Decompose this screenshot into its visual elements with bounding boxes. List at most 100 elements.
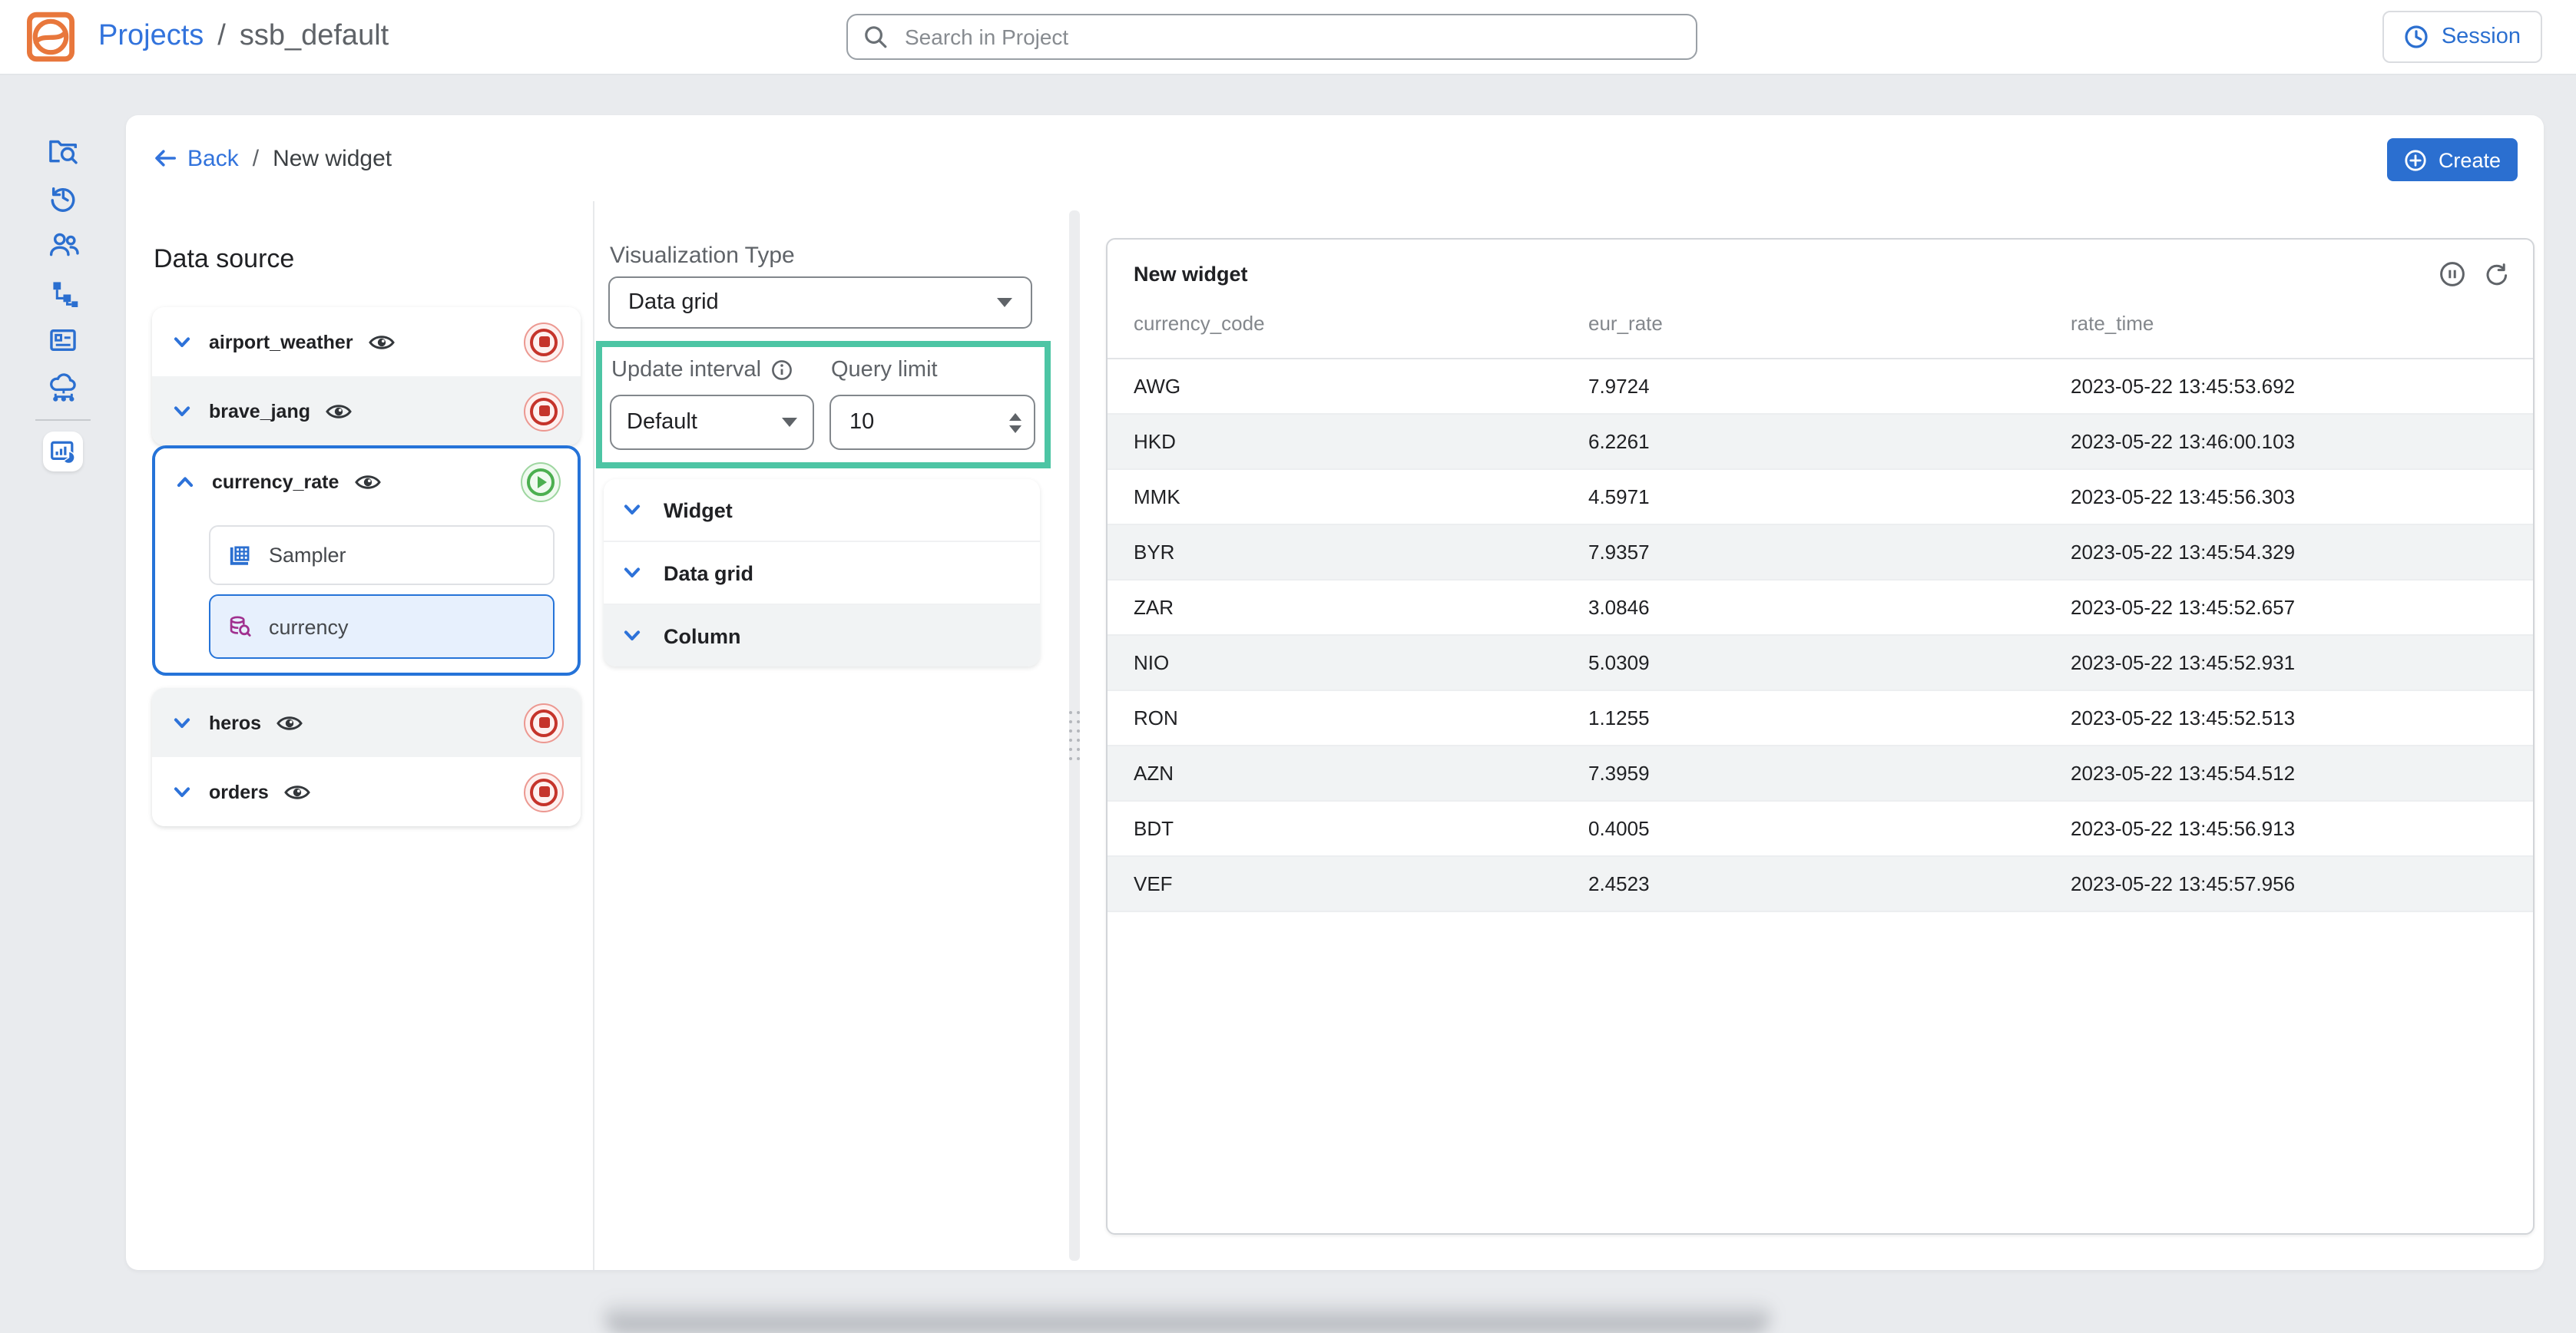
chevron-down-icon[interactable] bbox=[174, 336, 190, 348]
update-interval-select[interactable]: Default bbox=[610, 395, 814, 450]
eye-icon[interactable] bbox=[284, 782, 310, 801]
section-label: Data grid bbox=[664, 561, 753, 584]
users-icon[interactable] bbox=[43, 229, 83, 260]
search-input-wrapper bbox=[846, 14, 1697, 60]
jobs-flow-icon[interactable] bbox=[43, 276, 83, 307]
widget-preview-panel: New widget bbox=[1081, 201, 2544, 1270]
widget-settings-panel: Visualization Type Data grid Update inte… bbox=[594, 201, 1069, 1270]
section-label: Widget bbox=[664, 498, 733, 521]
stop-button[interactable] bbox=[524, 703, 564, 743]
cell-currency-code: BDT bbox=[1108, 801, 1588, 856]
session-label: Session bbox=[2442, 25, 2521, 49]
source-child-sampler[interactable]: Sampler bbox=[209, 525, 555, 585]
eye-icon[interactable] bbox=[326, 402, 352, 420]
ssb-logo[interactable] bbox=[23, 9, 78, 64]
page-title: New widget bbox=[273, 145, 392, 171]
source-row-brave-jang[interactable]: brave_jang bbox=[152, 376, 581, 445]
history-icon[interactable] bbox=[43, 181, 83, 212]
breadcrumb-current: ssb_default bbox=[240, 20, 389, 54]
back-arrow-icon bbox=[154, 149, 177, 167]
search-input[interactable] bbox=[902, 23, 1680, 51]
chevron-down-icon[interactable] bbox=[174, 716, 190, 729]
table-row: BDT 0.4005 2023-05-22 13:45:56.913 bbox=[1108, 801, 2533, 856]
virtual-tables-icon[interactable] bbox=[43, 324, 83, 355]
back-link[interactable]: Back bbox=[154, 145, 239, 171]
breadcrumb-projects-link[interactable]: Projects bbox=[98, 20, 204, 54]
eye-icon[interactable] bbox=[354, 473, 380, 491]
create-button[interactable]: Create bbox=[2388, 138, 2518, 181]
cell-eur-rate: 7.3959 bbox=[1588, 746, 2071, 801]
cell-rate-time: 2023-05-22 13:45:56.913 bbox=[2071, 801, 2533, 856]
section-data-grid[interactable]: Data grid bbox=[604, 542, 1040, 605]
main-content-card: Back / New widget Create Data source bbox=[126, 115, 2544, 1270]
source-name: brave_jang bbox=[209, 400, 310, 422]
cell-eur-rate: 7.9724 bbox=[1588, 359, 2071, 414]
visualization-type-select[interactable]: Data grid bbox=[608, 276, 1032, 329]
play-button[interactable] bbox=[521, 462, 561, 502]
source-child-currency[interactable]: currency bbox=[209, 594, 555, 659]
panel-resizer-handle[interactable] bbox=[1069, 210, 1080, 1261]
section-column[interactable]: Column bbox=[604, 605, 1040, 666]
query-limit-field: Query limit bbox=[829, 353, 1035, 450]
pause-circle-icon[interactable] bbox=[2439, 261, 2465, 287]
cell-eur-rate: 6.2261 bbox=[1588, 414, 2071, 469]
stop-button[interactable] bbox=[524, 391, 564, 431]
eye-icon[interactable] bbox=[276, 713, 303, 732]
chevron-down-icon[interactable] bbox=[174, 405, 190, 417]
breadcrumb: Projects / ssb_default bbox=[98, 20, 389, 54]
source-group: airport_weather brave_jang bbox=[152, 307, 581, 445]
cell-currency-code: AWG bbox=[1108, 359, 1588, 414]
eye-icon[interactable] bbox=[369, 332, 395, 351]
column-header: eur_rate bbox=[1588, 296, 2071, 359]
cell-currency-code: RON bbox=[1108, 690, 1588, 746]
cell-rate-time: 2023-05-22 13:46:00.103 bbox=[2071, 414, 2533, 469]
section-widget[interactable]: Widget bbox=[604, 479, 1040, 542]
dropdown-caret-icon bbox=[782, 418, 797, 427]
cell-rate-time: 2023-05-22 13:45:52.931 bbox=[2071, 635, 2533, 690]
update-interval-value: Default bbox=[627, 410, 697, 435]
cell-currency-code: MMK bbox=[1108, 469, 1588, 524]
refresh-icon[interactable] bbox=[2484, 262, 2508, 286]
source-row-airport-weather[interactable]: airport_weather bbox=[152, 307, 581, 376]
stop-button[interactable] bbox=[524, 322, 564, 362]
stop-button[interactable] bbox=[524, 772, 564, 812]
clock-icon bbox=[2405, 25, 2429, 49]
table-header-row: currency_code eur_rate rate_time bbox=[1108, 296, 2533, 359]
update-interval-label: Update interval bbox=[611, 358, 761, 382]
app-header: Projects / ssb_default Session bbox=[0, 0, 2576, 75]
breadcrumb-separator: / bbox=[217, 20, 226, 54]
source-row-heros[interactable]: heros bbox=[152, 688, 581, 757]
cell-currency-code: HKD bbox=[1108, 414, 1588, 469]
settings-accordion: Widget Data grid Column bbox=[604, 479, 1040, 666]
query-limit-input[interactable] bbox=[846, 408, 1006, 436]
cell-eur-rate: 2.4523 bbox=[1588, 856, 2071, 911]
chevron-down-icon[interactable] bbox=[174, 786, 190, 798]
search-icon bbox=[863, 25, 888, 49]
widgets-icon[interactable] bbox=[43, 432, 83, 471]
project-explorer-icon[interactable] bbox=[43, 134, 83, 164]
info-icon[interactable] bbox=[770, 359, 792, 381]
section-label: Column bbox=[664, 624, 741, 647]
source-name: currency_rate bbox=[212, 471, 339, 493]
cell-currency-code: AZN bbox=[1108, 746, 1588, 801]
source-child-label: Sampler bbox=[269, 544, 346, 567]
cell-currency-code: NIO bbox=[1108, 635, 1588, 690]
source-name: airport_weather bbox=[209, 331, 353, 352]
chevron-up-icon[interactable] bbox=[177, 476, 194, 488]
dock-shadow bbox=[604, 1299, 1771, 1333]
update-interval-field: Update interval Default bbox=[610, 353, 814, 450]
cell-eur-rate: 4.5971 bbox=[1588, 469, 2071, 524]
number-spinner[interactable] bbox=[1006, 409, 1025, 435]
visualization-type-label: Visualization Type bbox=[610, 243, 1069, 269]
table-row: BYR 7.9357 2023-05-22 13:45:54.329 bbox=[1108, 524, 2533, 580]
table-row: NIO 5.0309 2023-05-22 13:45:52.931 bbox=[1108, 635, 2533, 690]
source-row-orders[interactable]: orders bbox=[152, 757, 581, 826]
table-row: AWG 7.9724 2023-05-22 13:45:53.692 bbox=[1108, 359, 2533, 414]
session-button[interactable]: Session bbox=[2383, 11, 2542, 63]
table-grid-icon bbox=[227, 544, 252, 567]
source-child-label: currency bbox=[269, 615, 349, 638]
source-row-currency-rate[interactable]: currency_rate bbox=[155, 448, 578, 516]
highlight-annotation: Update interval Default bbox=[596, 341, 1051, 468]
data-sources-cloud-icon[interactable] bbox=[43, 372, 83, 402]
brand: Projects / ssb_default bbox=[23, 9, 389, 64]
